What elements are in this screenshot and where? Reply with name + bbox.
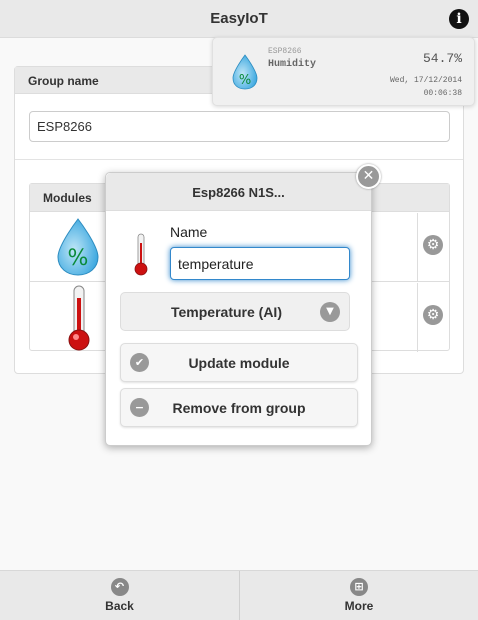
module-dialog: Esp8266 N1S... ✕ Name temperature Temper… — [105, 164, 381, 446]
notification-value: 54.7% — [422, 51, 462, 66]
remove-from-group-button[interactable]: − Remove from group — [120, 388, 358, 427]
column-divider — [417, 283, 418, 352]
module-name-input[interactable]: temperature — [170, 247, 350, 280]
back-label: Back — [105, 599, 134, 613]
back-button[interactable]: ↶ Back — [0, 571, 240, 620]
dialog-title: Esp8266 N1S... — [106, 173, 371, 211]
close-icon[interactable]: ✕ — [356, 164, 381, 189]
thermometer-icon — [134, 233, 148, 276]
svg-text:%: % — [68, 246, 89, 271]
humidity-drop-icon: % — [57, 218, 99, 276]
svg-text:%: % — [239, 73, 251, 88]
gear-icon[interactable]: ⚙ — [423, 235, 443, 255]
back-arrow-icon: ↶ — [110, 578, 129, 596]
module-type-select[interactable]: Temperature (AI) ▼ — [120, 292, 350, 331]
more-label: More — [344, 599, 374, 613]
module-type-value: Temperature (AI) — [171, 304, 282, 320]
notification-timestamp: Wed, 17/12/2014 00:06:38 — [390, 74, 462, 100]
update-module-button[interactable]: ✔ Update module — [120, 343, 358, 382]
app-header: EasyIoT i — [0, 0, 478, 38]
notification-device: ESP8266 — [268, 47, 302, 56]
more-button[interactable]: ⊞ More — [240, 571, 478, 620]
column-divider — [417, 213, 418, 282]
notification-name: Humidity — [268, 59, 317, 70]
name-label: Name — [170, 224, 208, 240]
chevron-down-icon: ▼ — [320, 302, 340, 322]
app-title: EasyIoT — [210, 10, 268, 27]
divider — [15, 159, 463, 160]
minus-icon: − — [130, 398, 149, 417]
grid-icon: ⊞ — [350, 578, 368, 596]
check-icon: ✔ — [130, 353, 149, 372]
remove-from-group-label: Remove from group — [172, 400, 306, 416]
notification-time: 00:06:38 — [423, 89, 462, 98]
notification-date: Wed, 17/12/2014 — [389, 76, 462, 85]
gear-icon[interactable]: ⚙ — [423, 305, 443, 325]
update-module-label: Update module — [188, 355, 290, 371]
group-name-input[interactable]: ESP8266 — [29, 111, 450, 142]
thermometer-icon — [68, 285, 90, 351]
footer-navbar: ↶ Back ⊞ More — [0, 570, 478, 620]
humidity-drop-icon: % — [232, 54, 258, 90]
info-icon[interactable]: i — [449, 9, 469, 29]
notification-toast[interactable]: % ESP8266 Humidity 54.7% Wed, 17/12/2014… — [212, 37, 475, 106]
